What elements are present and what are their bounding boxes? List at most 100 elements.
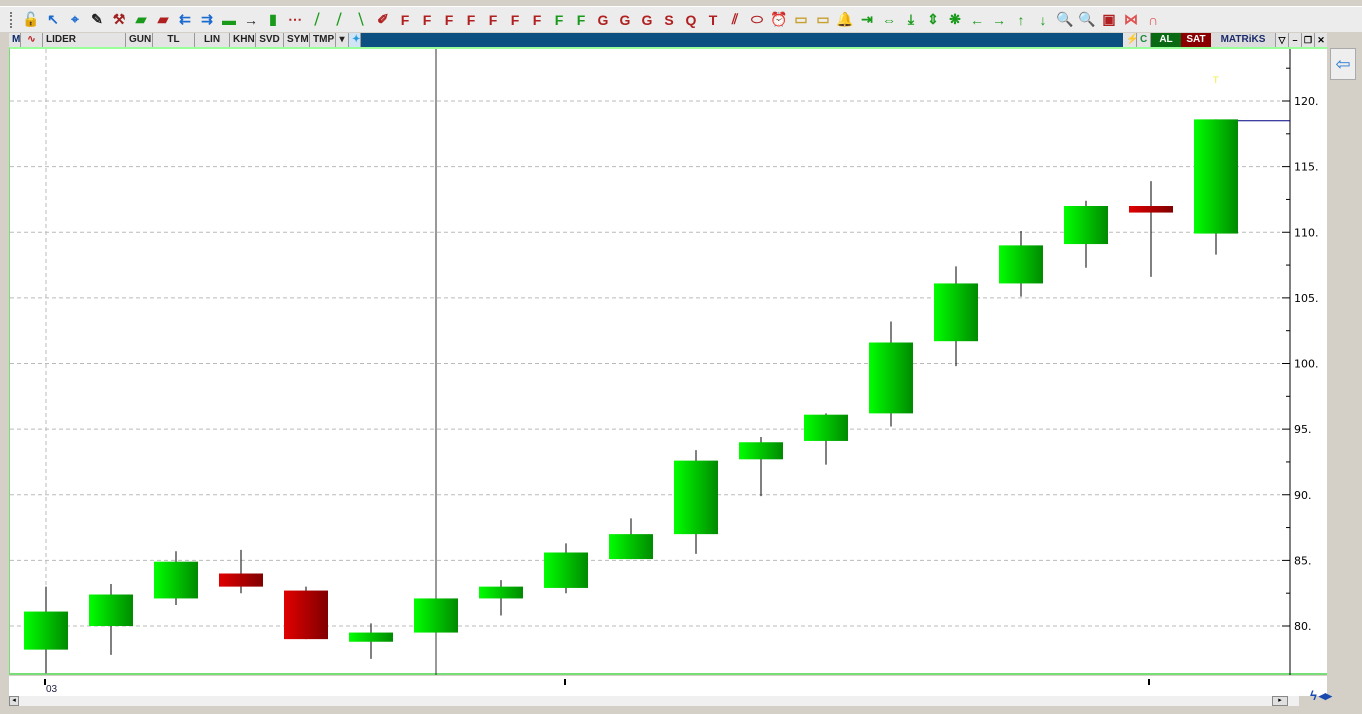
ruler-icon[interactable]: ▰ <box>130 9 152 31</box>
collapse-panel-button[interactable]: ⇦ <box>1330 48 1356 80</box>
arrow-left-icon[interactable]: ← <box>966 9 988 31</box>
tirone-icon[interactable]: T <box>702 9 724 31</box>
fib-channel-icon[interactable]: F <box>548 9 570 31</box>
compress-horizontal-icon[interactable]: ⇥ <box>856 9 878 31</box>
edit-icon[interactable]: ✎ <box>86 9 108 31</box>
bowtie-icon[interactable]: ⋈ <box>1120 9 1142 31</box>
horizontal-line-icon[interactable]: ▬ <box>218 9 240 31</box>
candle-up <box>1194 119 1238 234</box>
channel2-icon[interactable]: ⧹ <box>350 9 372 31</box>
fib-fan-icon[interactable]: F <box>416 9 438 31</box>
fib-grid-icon[interactable]: F <box>504 9 526 31</box>
bell-icon[interactable]: 🔔 <box>834 9 856 31</box>
candle-up <box>674 460 718 535</box>
zoom-out-icon[interactable]: 🔍 <box>1076 9 1098 31</box>
scroll-left-button[interactable]: ◂ <box>9 696 19 706</box>
period-select[interactable]: GUN <box>126 33 153 47</box>
price-chart[interactable]: 80. 85. 90. 95. 100. 105. 110. 115. 120. T <box>9 47 1327 675</box>
currency-select[interactable]: TL <box>153 33 195 47</box>
arrow-down-icon[interactable]: ↓ <box>1032 9 1054 31</box>
expand-vertical-icon[interactable]: ⇕ <box>922 9 944 31</box>
quadrant-icon[interactable]: Q <box>680 9 702 31</box>
ruler-red-icon[interactable]: ▰ <box>152 9 174 31</box>
buy-button[interactable]: AL <box>1151 33 1181 47</box>
close-icon[interactable]: ✕ <box>1314 33 1327 47</box>
khn-button[interactable]: KHN <box>230 33 256 47</box>
fib-arc-icon[interactable]: F <box>438 9 460 31</box>
tools-icon[interactable]: ⚒ <box>108 9 130 31</box>
candle-up <box>414 598 458 633</box>
refresh-c-icon[interactable]: C <box>1137 33 1151 47</box>
y-tick-label: 115. <box>1294 161 1319 174</box>
unlock-icon[interactable]: 🔓 <box>20 9 42 31</box>
fib-projection-icon[interactable]: F <box>526 9 548 31</box>
symbol-field[interactable]: LIDER <box>43 33 126 47</box>
fib-ext-icon[interactable]: F <box>482 9 504 31</box>
candle-up <box>154 561 198 599</box>
restore-icon[interactable]: ❐ <box>1301 33 1314 47</box>
tmp-button[interactable]: TMP <box>310 33 336 47</box>
expand-horizontal-icon[interactable]: ⇔ <box>878 9 900 31</box>
candle-up <box>999 245 1043 284</box>
pointer-arrow-icon[interactable]: ↖ <box>42 9 64 31</box>
sell-button[interactable]: SAT <box>1181 33 1211 47</box>
candle-up <box>934 283 978 342</box>
scroll-thumb[interactable]: ▸ <box>1272 696 1288 706</box>
alarm-clock-icon[interactable]: ⏰ <box>768 9 790 31</box>
candlestick-chart[interactable]: 80. 85. 90. 95. 100. 105. 110. 115. 120. T <box>10 49 1328 675</box>
candle-up <box>479 586 523 599</box>
window-menu-icon[interactable]: ▽ <box>1275 33 1288 47</box>
twitter-icon[interactable]: ✦ <box>349 33 361 47</box>
marker-t: T <box>1212 76 1219 86</box>
ellipse-icon[interactable]: ⬭ <box>746 9 768 31</box>
crosshair-icon[interactable]: ⌖ <box>64 9 86 31</box>
minimize-icon[interactable]: – <box>1288 33 1301 47</box>
lightning-icon[interactable]: ⚡ <box>1123 33 1138 47</box>
y-tick-label: 105. <box>1294 292 1319 305</box>
toolbar-grip[interactable] <box>10 11 14 28</box>
y-tick-label: 120. <box>1294 95 1319 108</box>
candle-up <box>89 594 133 626</box>
candle-up <box>544 552 588 588</box>
compress-vertical-icon[interactable]: ⤓ <box>900 9 922 31</box>
gann-fan-icon[interactable]: G <box>614 9 636 31</box>
pencil-icon[interactable]: ✐ <box>372 9 394 31</box>
chart-frame-icon[interactable]: ▣ <box>1098 9 1120 31</box>
horizontal-scrollbar[interactable]: ◂ ▸ <box>9 696 1299 706</box>
zoom-in-icon[interactable]: 🔍 <box>1054 9 1076 31</box>
sym-button[interactable]: SYM <box>284 33 310 47</box>
arrow-up-icon[interactable]: ↑ <box>1010 9 1032 31</box>
parallel-lines-icon[interactable]: ⫽ <box>724 9 746 31</box>
arrow-left-lines-icon[interactable]: ⇇ <box>174 9 196 31</box>
fib-channel2-icon[interactable]: F <box>570 9 592 31</box>
reset-icon[interactable]: ❋ <box>944 9 966 31</box>
channel-icon[interactable]: ⧸ <box>328 9 350 31</box>
fib-retracement-icon[interactable]: F <box>394 9 416 31</box>
trend-line-icon[interactable]: ⧸ <box>306 9 328 31</box>
pan-arrows-icon[interactable]: ◂▸ <box>1319 688 1332 708</box>
y-tick-label: 110. <box>1294 226 1319 239</box>
menu-m-button[interactable]: M <box>9 33 21 47</box>
gann-line-icon[interactable]: G <box>592 9 614 31</box>
note-lines-icon[interactable]: ▭ <box>812 9 834 31</box>
candle-up <box>609 534 653 560</box>
gann-box-icon[interactable]: G <box>636 9 658 31</box>
magnet-icon[interactable]: ∩ <box>1142 9 1164 31</box>
speed-lines-icon[interactable]: S <box>658 9 680 31</box>
candle-up <box>739 442 783 460</box>
chart-type-icon[interactable]: ∿ <box>21 33 43 47</box>
arrow-right-lines-icon[interactable]: ⇉ <box>196 9 218 31</box>
segment-icon[interactable]: ⋯ <box>284 9 306 31</box>
drawing-toolbar: 🔓 ↖ ⌖ ✎ ⚒ ▰ ▰ ⇇ ⇉ ▬ → ▮ ⋯ ⧸ ⧸ ⧹ ✐ F F F F F F F F F G G G S Q T ⫽ ⬭ ⏰ ▭ ▭ 🔔 ⇥ ⇔… <box>0 6 1362 32</box>
dropdown-icon[interactable]: ▾ <box>336 33 349 47</box>
x-tick <box>564 679 566 685</box>
sync-icon[interactable]: ϟ <box>1310 688 1317 708</box>
vision-arrow-icon[interactable]: → <box>240 9 262 31</box>
fib-time-icon[interactable]: F <box>460 9 482 31</box>
arrow-right-icon[interactable]: → <box>988 9 1010 31</box>
vertical-line-icon[interactable]: ▮ <box>262 9 284 31</box>
note-icon[interactable]: ▭ <box>790 9 812 31</box>
svd-button[interactable]: SVD <box>256 33 284 47</box>
scale-button[interactable]: LIN <box>195 33 230 47</box>
candle-up <box>24 611 68 650</box>
